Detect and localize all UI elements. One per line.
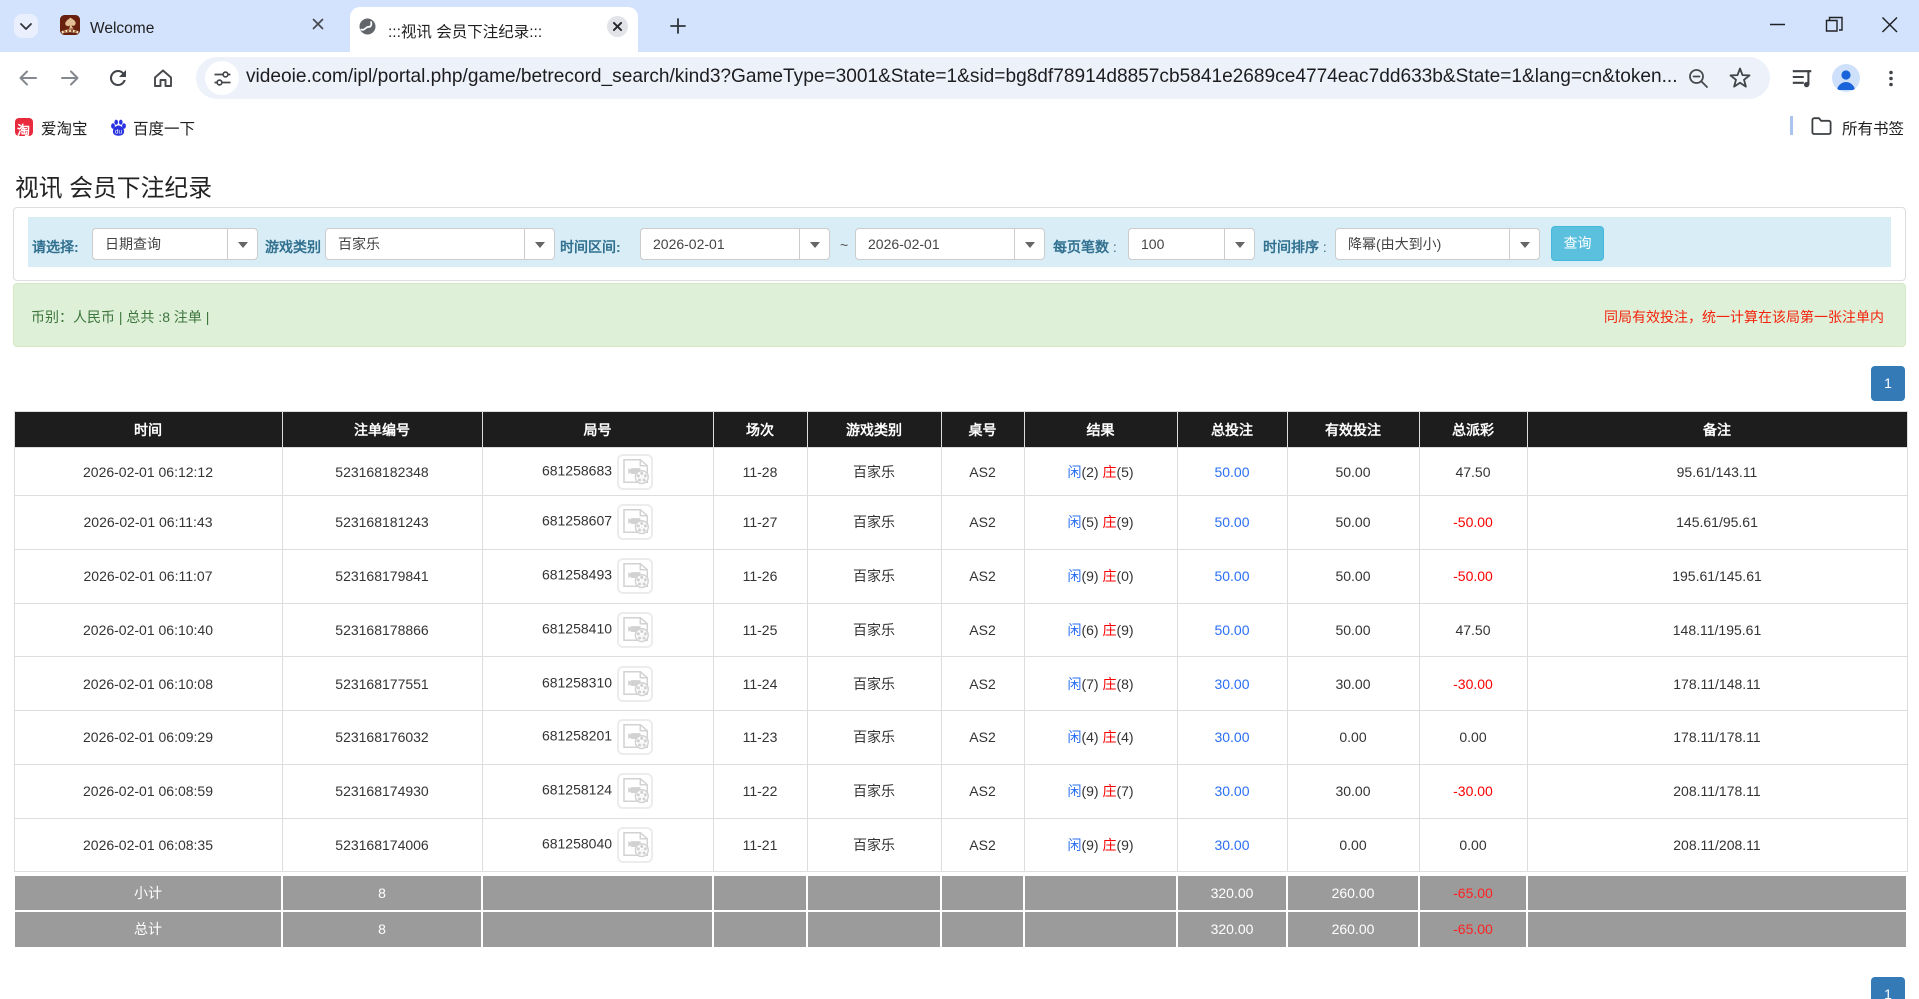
- svg-text:du: du: [115, 129, 123, 136]
